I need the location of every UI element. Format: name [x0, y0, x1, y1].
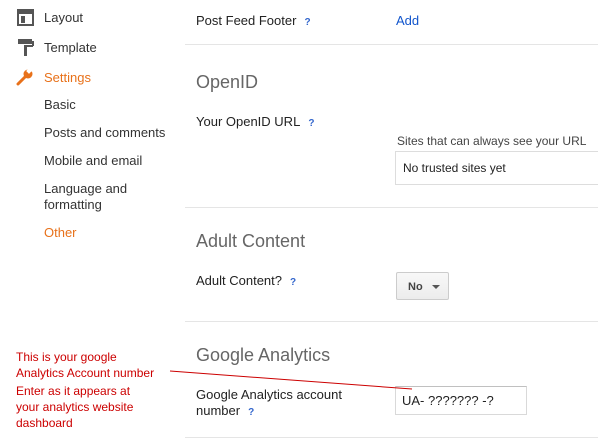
layout-icon [16, 8, 34, 26]
help-icon[interactable]: ? [248, 405, 254, 421]
nav-template-label: Template [44, 39, 97, 55]
post-feed-footer-text: Post Feed Footer [196, 13, 297, 28]
settings-main: Post Feed Footer? Add OpenID Your OpenID… [185, 0, 598, 440]
nav-layout[interactable]: Layout [16, 7, 83, 27]
sidebar-item-other[interactable]: Other [44, 225, 77, 241]
post-feed-footer-label: Post Feed Footer? [196, 13, 311, 31]
sidebar-item-language-and-formatting[interactable]: Language and formatting [44, 181, 154, 213]
annotation-line-2: Analytics Account number [16, 366, 155, 380]
help-icon[interactable]: ? [304, 15, 310, 31]
google-analytics-text: Google Analytics account number [196, 387, 342, 418]
annotation-line-3: Enter as it appears at [16, 384, 131, 398]
post-feed-footer-add-link[interactable]: Add [396, 13, 419, 28]
help-icon[interactable]: ? [308, 116, 314, 132]
adult-content-select[interactable]: No [396, 272, 449, 300]
chevron-down-icon [432, 285, 440, 289]
trusted-sites-list: No trusted sites yet [395, 151, 598, 185]
openid-url-text: Your OpenID URL [196, 114, 301, 129]
nav-settings[interactable]: Settings [16, 67, 91, 87]
annotation-line-5: dashboard [16, 416, 73, 430]
section-divider [185, 321, 598, 322]
section-divider [185, 437, 598, 438]
openid-url-label: Your OpenID URL? [196, 114, 314, 132]
trusted-sites-caption: Sites that can always see your URL [397, 134, 587, 148]
annotation-line-1: This is your google [16, 350, 117, 364]
adult-content-label: Adult Content?? [196, 273, 296, 291]
sidebar-item-basic[interactable]: Basic [44, 97, 76, 113]
google-analytics-account-input[interactable] [395, 386, 527, 415]
sidebar-item-mobile-and-email[interactable]: Mobile and email [44, 153, 142, 169]
adult-content-value: No [408, 281, 423, 293]
google-analytics-label: Google Analytics account number? [196, 387, 366, 421]
nav-template[interactable]: Template [16, 37, 97, 57]
trusted-sites-empty: No trusted sites yet [403, 161, 506, 175]
adult-content-section-title: Adult Content [196, 231, 306, 251]
nav-settings-label: Settings [44, 69, 91, 85]
section-divider [185, 207, 598, 208]
wrench-icon [16, 68, 34, 86]
section-divider [185, 44, 598, 45]
annotation-line-4: your analytics website [16, 400, 134, 414]
nav-layout-label: Layout [44, 9, 84, 25]
google-analytics-section-title: Google Analytics [196, 345, 331, 365]
sidebar-item-posts-and-comments[interactable]: Posts and comments [44, 125, 165, 141]
adult-content-text: Adult Content? [196, 273, 283, 288]
help-icon[interactable]: ? [290, 275, 296, 291]
openid-section-title: OpenID [196, 72, 259, 92]
paint-roller-icon [16, 38, 34, 56]
